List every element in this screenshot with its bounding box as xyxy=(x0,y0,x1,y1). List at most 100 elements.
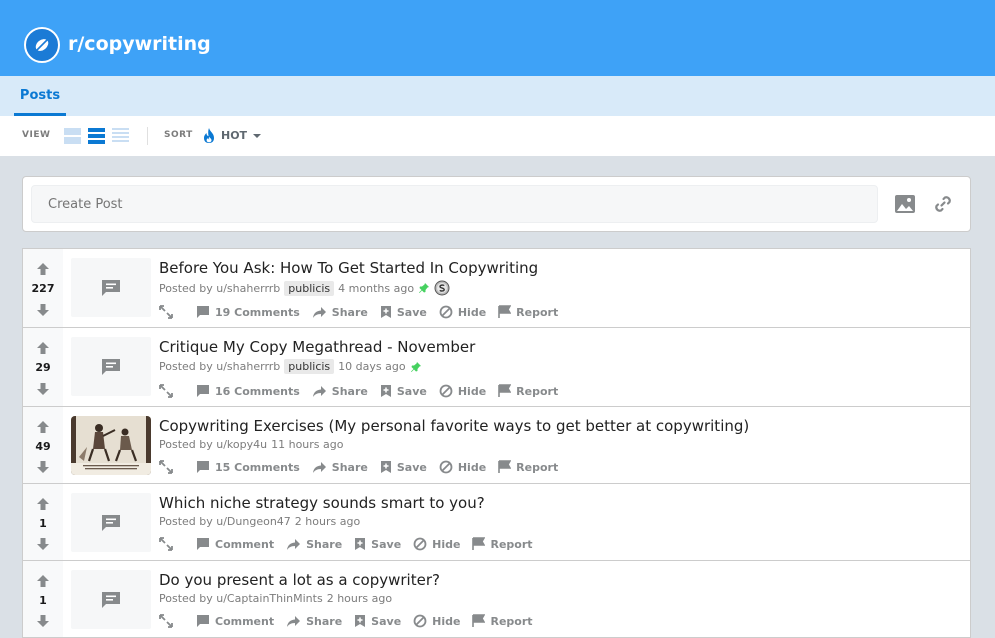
text-post-thumbnail[interactable] xyxy=(71,493,151,552)
share-button[interactable]: Share xyxy=(312,461,368,474)
expand-button[interactable] xyxy=(159,384,178,398)
comments-button[interactable]: 16 Comments xyxy=(196,384,300,398)
save-label: Save xyxy=(371,537,402,551)
comments-button[interactable]: Comment xyxy=(196,614,274,628)
text-post-thumbnail[interactable] xyxy=(71,337,151,396)
share-button[interactable]: Share xyxy=(312,385,368,398)
post-card[interactable]: 49 Copywriting Exercises (My personal fa… xyxy=(22,406,971,484)
comments-button[interactable]: Comment xyxy=(196,537,274,551)
flag-icon xyxy=(498,305,512,318)
classic-view-icon[interactable] xyxy=(88,128,105,144)
post-card[interactable]: 227 Before You Ask: How To Get Started I… xyxy=(22,248,971,328)
downvote-icon[interactable] xyxy=(36,382,50,396)
post-author[interactable]: Posted by u/Dungeon47 xyxy=(159,515,291,528)
comments-button[interactable]: 15 Comments xyxy=(196,460,300,474)
report-button[interactable]: Report xyxy=(498,305,558,319)
save-button[interactable]: Save xyxy=(380,460,427,474)
subreddit-icon[interactable] xyxy=(24,27,60,63)
expand-icon xyxy=(159,305,173,319)
upvote-icon[interactable] xyxy=(36,497,50,511)
report-button[interactable]: Report xyxy=(498,384,558,398)
toolbar-divider xyxy=(147,127,148,145)
report-button[interactable]: Report xyxy=(498,460,558,474)
post-title[interactable]: Do you present a lot as a copywriter? xyxy=(159,571,440,589)
vote-score: 227 xyxy=(31,282,55,295)
share-button[interactable]: Share xyxy=(286,538,342,551)
expand-button[interactable] xyxy=(159,614,178,628)
post-card[interactable]: 1 Do you present a lot as a copywriter? … xyxy=(22,560,971,638)
save-button[interactable]: Save xyxy=(380,384,427,398)
hide-icon xyxy=(439,305,453,319)
post-title[interactable]: Before You Ask: How To Get Started In Co… xyxy=(159,259,538,277)
post-title[interactable]: Critique My Copy Megathread - November xyxy=(159,338,475,356)
card-view-icon[interactable] xyxy=(64,128,81,144)
downvote-icon[interactable] xyxy=(36,537,50,551)
post-actions: Comment Share Save Hide Report xyxy=(159,535,545,553)
downvote-icon[interactable] xyxy=(36,303,50,317)
upvote-icon[interactable] xyxy=(36,262,50,276)
downvote-icon[interactable] xyxy=(36,614,50,628)
award-icon xyxy=(434,280,450,296)
share-icon xyxy=(287,615,301,627)
save-button[interactable]: Save xyxy=(354,537,401,551)
hide-button[interactable]: Hide xyxy=(439,460,486,474)
expand-button[interactable] xyxy=(159,537,178,551)
expand-button[interactable] xyxy=(159,305,178,319)
post-author[interactable]: Posted by u/kopy4u xyxy=(159,438,267,451)
share-button[interactable]: Share xyxy=(312,306,368,319)
sort-label: SORT xyxy=(164,130,193,140)
upvote-icon[interactable] xyxy=(36,420,50,434)
upvote-icon[interactable] xyxy=(36,341,50,355)
post-time[interactable]: 10 days ago xyxy=(338,360,405,373)
post-title[interactable]: Which niche strategy sounds smart to you… xyxy=(159,494,485,512)
post-author[interactable]: Posted by u/shaherrrb xyxy=(159,282,280,295)
text-post-thumbnail[interactable] xyxy=(71,570,151,629)
post-card[interactable]: 29 Critique My Copy Megathread - Novembe… xyxy=(22,327,971,407)
tab-posts[interactable]: Posts xyxy=(14,76,66,116)
sort-value: HOT xyxy=(221,129,248,142)
hide-button[interactable]: Hide xyxy=(413,614,460,628)
bookmark-plus-icon xyxy=(380,461,391,473)
create-post-input[interactable] xyxy=(31,185,878,223)
post-time[interactable]: 4 months ago xyxy=(338,282,414,295)
hide-label: Hide xyxy=(457,305,487,319)
report-button[interactable]: Report xyxy=(472,537,533,551)
post-time[interactable]: 2 hours ago xyxy=(327,592,392,605)
post-time[interactable]: 11 hours ago xyxy=(271,438,343,451)
downvote-icon[interactable] xyxy=(36,460,50,474)
comment-icon xyxy=(197,385,209,397)
pin-icon xyxy=(410,361,421,372)
image-upload-icon[interactable] xyxy=(893,192,917,216)
report-button[interactable]: Report xyxy=(472,614,533,628)
share-icon xyxy=(312,461,326,473)
post-title[interactable]: Copywriting Exercises (My personal favor… xyxy=(159,417,749,435)
subreddit-title[interactable]: r/copywriting xyxy=(68,33,211,55)
comment-count: 16 Comments xyxy=(215,384,300,398)
share-button[interactable]: Share xyxy=(286,615,342,628)
post-author[interactable]: Posted by u/CaptainThinMints xyxy=(159,592,323,605)
upvote-icon[interactable] xyxy=(36,574,50,588)
sort-dropdown[interactable]: HOT xyxy=(221,129,262,142)
post-author[interactable]: Posted by u/shaherrrb xyxy=(159,360,280,373)
expand-button[interactable] xyxy=(159,460,178,474)
save-button[interactable]: Save xyxy=(354,614,401,628)
save-label: Save xyxy=(396,305,427,319)
hide-label: Hide xyxy=(432,537,461,551)
post-card[interactable]: 1 Which niche strategy sounds smart to y… xyxy=(22,483,971,561)
comment-icon xyxy=(197,615,209,627)
post-actions: 19 Comments Share Save Hide Report xyxy=(159,303,570,321)
hide-button[interactable]: Hide xyxy=(439,384,486,398)
text-post-thumbnail[interactable] xyxy=(71,258,151,317)
hide-button[interactable]: Hide xyxy=(413,537,460,551)
bookmark-plus-icon xyxy=(355,538,366,550)
compact-view-icon[interactable] xyxy=(112,128,129,144)
hide-button[interactable]: Hide xyxy=(439,305,486,319)
comments-button[interactable]: 19 Comments xyxy=(196,305,300,319)
link-icon[interactable] xyxy=(931,192,955,216)
save-button[interactable]: Save xyxy=(380,305,427,319)
post-time[interactable]: 2 hours ago xyxy=(295,515,360,528)
hide-label: Hide xyxy=(457,384,487,398)
image-thumbnail[interactable] xyxy=(71,416,151,475)
post-actions: 15 Comments Share Save Hide Report xyxy=(159,458,570,476)
hot-flame-icon[interactable] xyxy=(202,127,216,148)
